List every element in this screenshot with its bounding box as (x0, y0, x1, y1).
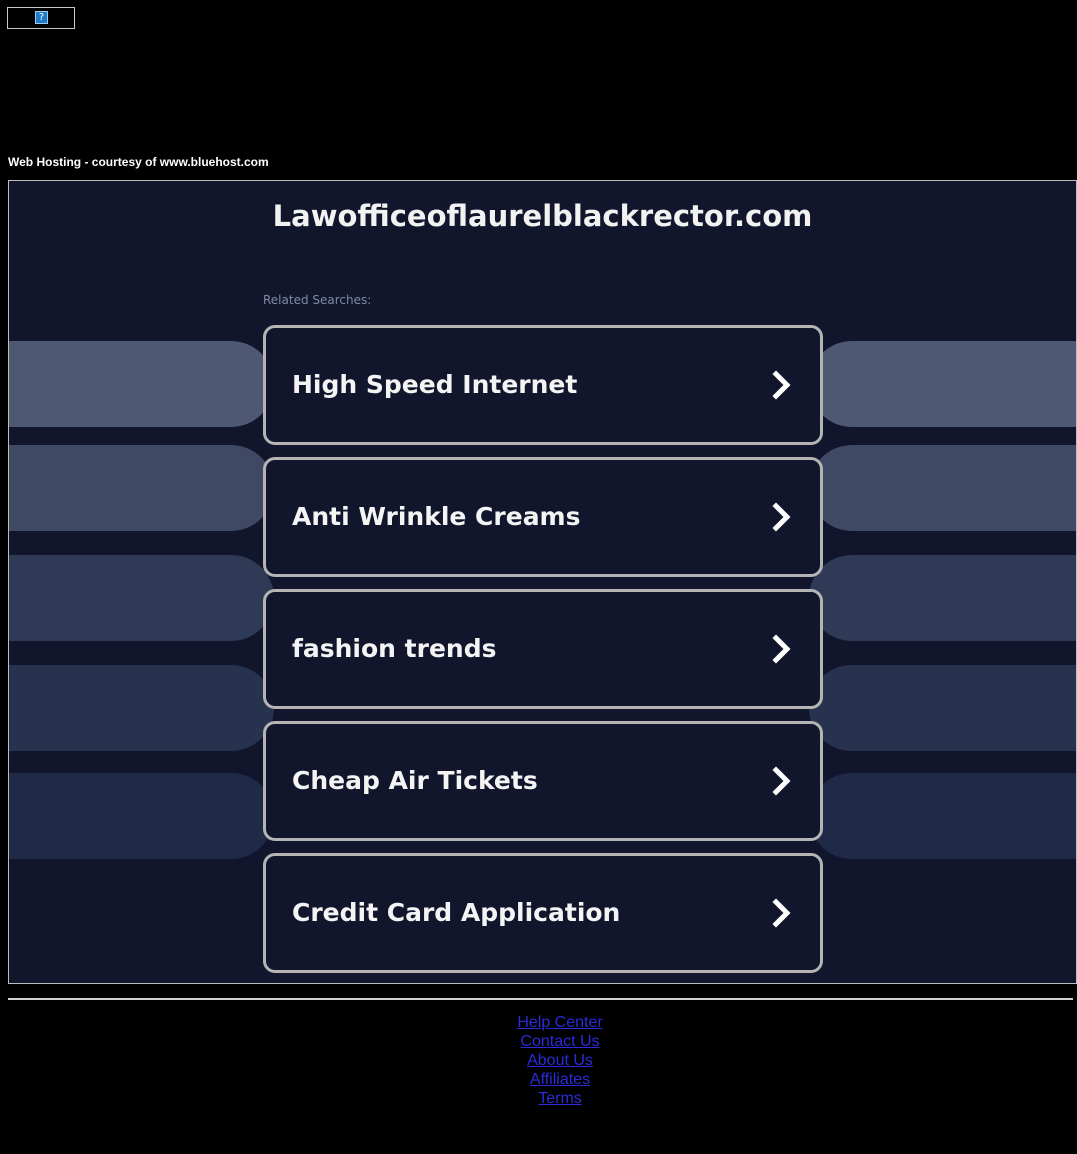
chevron-right-icon (772, 634, 791, 664)
chevron-right-icon (772, 502, 791, 532)
broken-image-icon: ? (35, 11, 48, 24)
search-link-label: Anti Wrinkle Creams (292, 502, 581, 531)
parked-domain-frame: Lawofficeoflaurelblackrector.com Related… (8, 180, 1077, 984)
decorative-pill-right-1 (809, 341, 1076, 427)
decorative-pill-left-4 (9, 665, 274, 751)
decorative-pill-right-4 (809, 665, 1076, 751)
search-link-fashion-trends[interactable]: fashion trends (263, 589, 823, 709)
decorative-pill-left-3 (9, 555, 274, 641)
decorative-pill-right-3 (809, 555, 1076, 641)
related-searches-label: Related Searches: (263, 293, 372, 307)
chevron-right-icon (772, 898, 791, 928)
decorative-pill-left-5 (9, 773, 274, 859)
footer-links: Help Center Contact Us About Us Affiliat… (0, 1013, 1077, 1108)
search-link-label: fashion trends (292, 634, 497, 663)
search-link-cheap-air-tickets[interactable]: Cheap Air Tickets (263, 721, 823, 841)
chevron-right-icon (772, 370, 791, 400)
hosting-credit-text: Web Hosting - courtesy of www.bluehost.c… (8, 155, 269, 169)
search-link-label: Cheap Air Tickets (292, 766, 538, 795)
decorative-pill-left-1 (9, 341, 274, 427)
decorative-pill-right-5 (809, 773, 1076, 859)
search-link-high-speed-internet[interactable]: High Speed Internet (263, 325, 823, 445)
page: ? Web Hosting - courtesy of www.bluehost… (0, 0, 1077, 1154)
footer-link-contact-us[interactable]: Contact Us (0, 1032, 1077, 1051)
domain-title: Lawofficeoflaurelblackrector.com (272, 199, 813, 233)
chevron-right-icon (772, 766, 791, 796)
footer-link-help-center[interactable]: Help Center (0, 1013, 1077, 1032)
footer-link-affiliates[interactable]: Affiliates (0, 1070, 1077, 1089)
decorative-pill-right-2 (809, 445, 1076, 531)
search-link-label: Credit Card Application (292, 898, 621, 927)
footer-divider (8, 998, 1073, 1000)
footer-link-terms[interactable]: Terms (0, 1089, 1077, 1108)
footer-link-about-us[interactable]: About Us (0, 1051, 1077, 1070)
search-link-credit-card-application[interactable]: Credit Card Application (263, 853, 823, 973)
search-link-anti-wrinkle-creams[interactable]: Anti Wrinkle Creams (263, 457, 823, 577)
decorative-pill-left-2 (9, 445, 274, 531)
broken-image-frame: ? (7, 7, 75, 29)
search-link-label: High Speed Internet (292, 370, 578, 399)
